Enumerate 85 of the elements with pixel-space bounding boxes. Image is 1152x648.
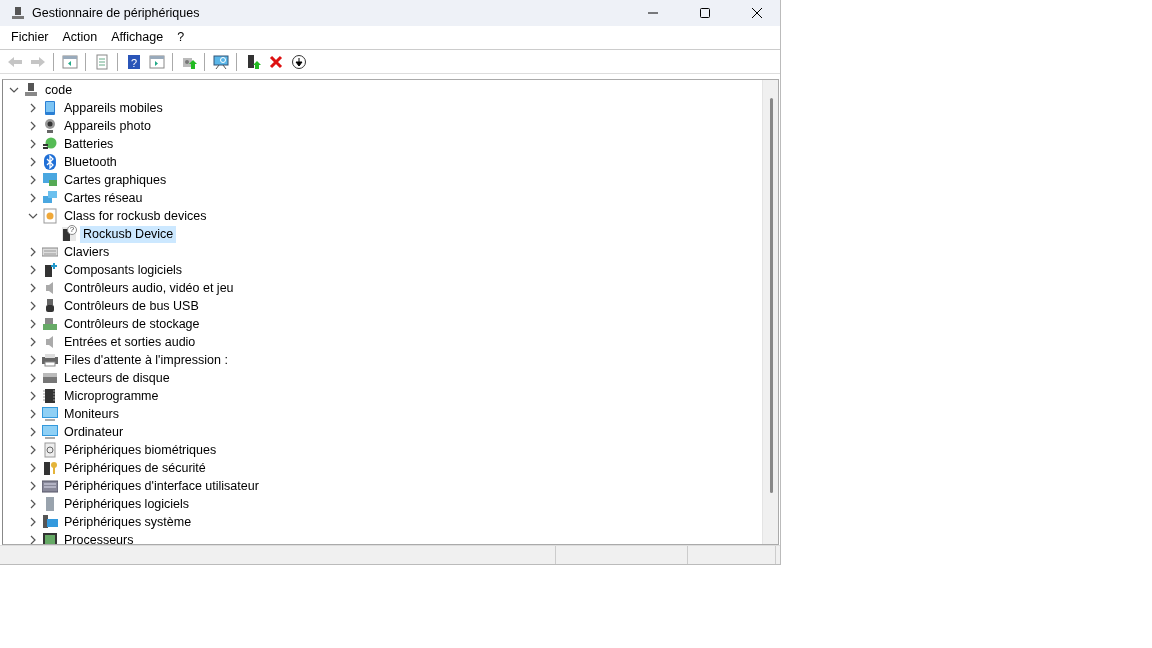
chevron-icon[interactable]	[28, 373, 38, 383]
chevron-icon[interactable]	[28, 175, 38, 185]
chevron-icon[interactable]	[28, 301, 38, 311]
monitor-icon	[42, 172, 58, 188]
chevron-icon[interactable]	[28, 355, 38, 365]
printer-icon	[42, 352, 58, 368]
chevron-icon[interactable]	[28, 337, 38, 347]
chevron-icon[interactable]	[28, 391, 38, 401]
tree-item[interactable]: Processeurs	[61, 531, 137, 544]
menu-item[interactable]: ?	[170, 26, 192, 49]
tree-item[interactable]: Cartes réseau	[61, 189, 146, 207]
monitor-search-icon	[212, 53, 229, 70]
maximize-icon	[699, 7, 711, 19]
chevron-icon[interactable]	[28, 193, 38, 203]
tree-item[interactable]: Cartes graphiques	[61, 171, 170, 189]
panel-icon	[148, 53, 165, 70]
chevron-icon[interactable]	[28, 211, 38, 221]
network-icon	[42, 190, 58, 206]
tree-item[interactable]: Contrôleurs de bus USB	[61, 297, 202, 315]
chevron-icon[interactable]	[28, 265, 38, 275]
software-icon	[42, 262, 58, 278]
computer-icon	[10, 5, 26, 21]
chevron-icon[interactable]	[28, 463, 38, 473]
tree-item[interactable]: Lecteurs de disque	[61, 369, 173, 387]
tree-item[interactable]: Bluetooth	[61, 153, 120, 171]
tree-item[interactable]: Batteries	[61, 135, 117, 153]
question-badge: ?	[67, 225, 77, 235]
chevron-icon[interactable]	[28, 535, 38, 544]
properties-icon	[93, 53, 110, 70]
chevron-icon[interactable]	[28, 283, 38, 293]
panel-icon	[61, 53, 78, 70]
tree-item[interactable]: Appareils photo	[61, 117, 154, 135]
tree-item[interactable]: Composants logiciels	[61, 261, 186, 279]
chevron-icon[interactable]	[28, 103, 38, 113]
chevron-icon[interactable]	[28, 445, 38, 455]
tree-item[interactable]: Périphériques de sécurité	[61, 459, 209, 477]
window-title: Gestionnaire de périphériques	[32, 4, 200, 22]
tree-item[interactable]: Périphériques biométriques	[61, 441, 220, 459]
chevron-icon[interactable]	[28, 499, 38, 509]
monitor-icon	[42, 424, 58, 440]
chevron-icon[interactable]	[28, 517, 38, 527]
tree-item[interactable]: Files d'attente à l'impression :	[61, 351, 231, 369]
tree-item[interactable]: Ordinateur	[61, 423, 127, 441]
tree-item[interactable]: Class for rockusb devices	[61, 207, 210, 225]
tree-item[interactable]: Contrôleurs de stockage	[61, 315, 203, 333]
keyboard-icon	[42, 244, 58, 260]
tree-item[interactable]: code	[42, 81, 76, 99]
phone-icon	[42, 100, 58, 116]
close-icon	[751, 7, 763, 19]
chevron-icon[interactable]	[28, 157, 38, 167]
key-icon	[42, 460, 58, 476]
chevron-icon[interactable]	[28, 481, 38, 491]
monitor-icon	[42, 514, 58, 530]
chevron-icon[interactable]	[28, 139, 38, 149]
tree-item[interactable]: Claviers	[61, 243, 113, 261]
chevron-icon[interactable]	[28, 409, 38, 419]
keyboard-icon	[42, 478, 58, 494]
webcam-icon	[42, 118, 58, 134]
menu-item[interactable]: Affichage	[104, 26, 171, 49]
menu-item[interactable]: Fichier	[4, 26, 56, 49]
chevron-icon[interactable]	[28, 427, 38, 437]
document-icon	[42, 208, 58, 224]
tree-item[interactable]: Moniteurs	[61, 405, 122, 423]
chevron-icon[interactable]	[9, 85, 19, 95]
disk-drive-icon	[42, 370, 58, 386]
tree-item[interactable]: Périphériques système	[61, 513, 195, 531]
chip-icon	[42, 388, 58, 404]
tree-item[interactable]: Rockusb Device	[80, 225, 177, 243]
remove-icon	[267, 53, 284, 70]
tree-item[interactable]: Appareils mobiles	[61, 99, 166, 117]
chevron-icon[interactable]	[28, 121, 38, 131]
monitor-icon	[42, 406, 58, 422]
tree-item[interactable]: Périphériques d'interface utilisateur	[61, 477, 262, 495]
tree-item[interactable]: Contrôleurs audio, vidéo et jeu	[61, 279, 237, 297]
chevron-icon[interactable]	[28, 319, 38, 329]
computer-icon	[23, 82, 39, 98]
help-button[interactable]: ?	[123, 51, 144, 72]
disable-icon	[290, 53, 307, 70]
storage-icon	[42, 316, 58, 332]
tree-item[interactable]: Microprogramme	[61, 387, 162, 405]
chevron-icon[interactable]	[28, 247, 38, 257]
tree-item[interactable]: Périphériques logiciels	[61, 495, 193, 513]
tree-item[interactable]: Entrées et sorties audio	[61, 333, 199, 351]
bluetooth-icon	[42, 154, 58, 170]
menu-item[interactable]: Action	[55, 26, 105, 49]
